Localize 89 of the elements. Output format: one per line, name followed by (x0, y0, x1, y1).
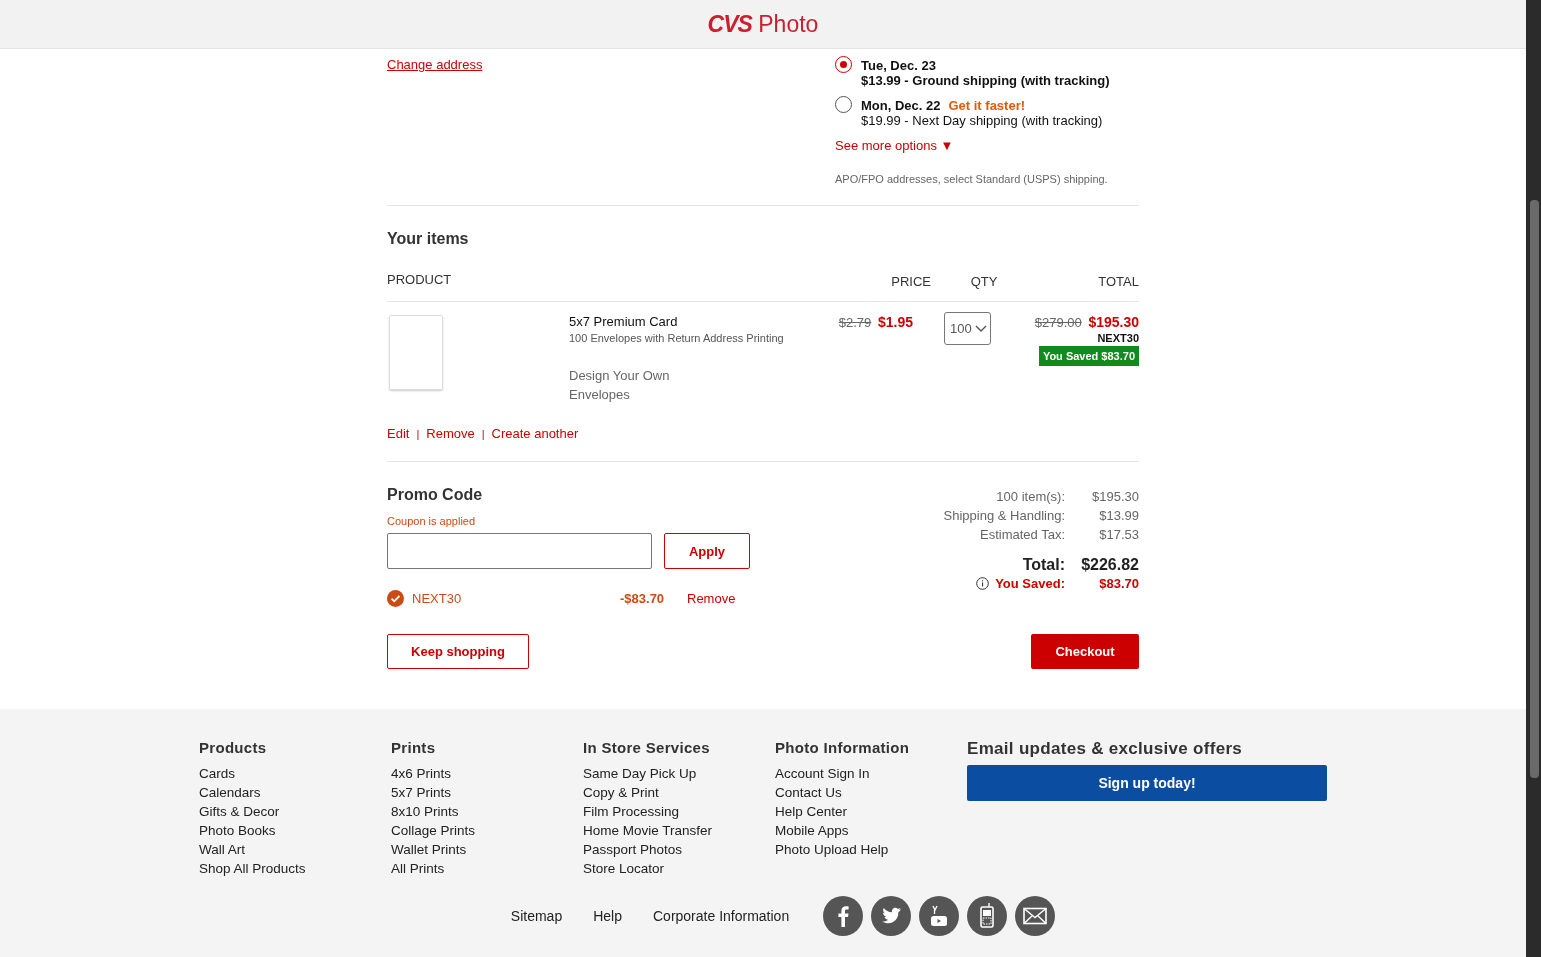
footer-link[interactable]: Corporate Information (653, 908, 790, 924)
mobile-phone-icon[interactable] (967, 896, 1008, 936)
column-header: QTY (969, 274, 999, 289)
footer-heading: Products (199, 739, 268, 756)
total-label: Total: (1022, 555, 1065, 574)
keep-shopping-button[interactable]: Keep shopping (387, 634, 529, 669)
product-description: 100 Envelopes with Return Address Printing (569, 332, 785, 344)
scrollbar[interactable] (1526, 0, 1541, 957)
footer-link[interactable]: Help Center (775, 802, 848, 821)
total-value: $226.82 (1080, 555, 1139, 574)
delivery-date: Mon, Dec. 22 (861, 98, 941, 113)
delivery-date: Tue, Dec. 23 (861, 58, 936, 73)
see-more-link[interactable]: See more options ▼ (835, 138, 1139, 153)
promo-code: NEXT30 (1096, 332, 1139, 344)
facebook-icon[interactable] (823, 896, 864, 936)
old-total: $279.00 (1034, 315, 1082, 330)
total-price: $195.30 (1088, 314, 1139, 330)
remove-coupon-link[interactable]: Remove (687, 591, 736, 606)
chevron-down-icon (974, 324, 987, 333)
saved-label: You Saved: (995, 575, 1065, 593)
footer-heading: In Store Services (583, 739, 711, 756)
checkout-button[interactable]: Checkout (1031, 634, 1139, 669)
coupon-code: NEXT30 (412, 591, 463, 606)
footer-link[interactable]: Sitemap (510, 908, 563, 924)
footer-link[interactable]: Film Processing (583, 802, 680, 821)
item-action-link[interactable]: Create another (491, 426, 579, 441)
footer-link[interactable]: Wallet Prints (391, 840, 467, 859)
apply-button[interactable]: Apply (664, 533, 750, 569)
separator: | (481, 427, 485, 440)
item-action-link[interactable]: Remove (426, 426, 475, 441)
summary-label: Estimated Tax: (979, 526, 1065, 544)
sign-up-button[interactable]: Sign up today! (967, 765, 1327, 801)
footer-link[interactable]: All Prints (391, 859, 445, 878)
check-circle-icon (387, 590, 404, 607)
footer-heading: Prints (391, 739, 437, 756)
summary-value: $13.99 (1098, 507, 1139, 525)
price: $1.95 (877, 314, 913, 330)
coupon-amount: -$83.70 (620, 591, 662, 606)
savings-badge: You Saved $83.70 (1038, 346, 1139, 366)
column-header: PRICE (890, 274, 931, 289)
footer-link[interactable]: Account Sign In (775, 764, 870, 783)
quantity-select[interactable]: 100 (944, 312, 991, 345)
footer-link[interactable]: Passport Photos (583, 840, 683, 859)
summary-label: 100 item(s): (996, 488, 1065, 506)
info-icon[interactable] (976, 577, 990, 590)
footer-link[interactable]: Gifts & Decor (199, 802, 280, 821)
summary-value: $195.30 (1091, 488, 1139, 506)
promo-code-field[interactable] (387, 533, 652, 569)
footer-link[interactable]: Mobile Apps (775, 821, 849, 840)
item-action-link[interactable]: Edit (387, 426, 410, 441)
product-option: Design Your Own Envelopes (569, 366, 679, 404)
footer-link[interactable]: Collage Prints (391, 821, 476, 840)
footer-link[interactable]: Photo Books (199, 821, 276, 840)
footer-link[interactable]: Wall Art (199, 840, 245, 859)
footer-link[interactable]: Help (593, 908, 622, 924)
column-header: TOTAL (1097, 274, 1139, 289)
footer-heading: Email updates & exclusive offers (967, 739, 1244, 759)
product-name: 5x7 Premium Card (569, 314, 679, 329)
footer-link[interactable]: Shop All Products (199, 859, 306, 878)
footer-link[interactable]: Store Locator (583, 859, 665, 878)
footer-heading: Photo Information (775, 739, 911, 756)
bird-icon[interactable] (871, 896, 912, 936)
footer-link[interactable]: Cards (199, 764, 235, 783)
column-header: PRODUCT (387, 272, 453, 287)
change-address-link[interactable]: Change address (387, 57, 483, 72)
footer-link[interactable]: 4x6 Prints (391, 764, 452, 783)
promo-tag: Get it faster! (948, 98, 1026, 113)
logo[interactable]: CVS Photo (707, 10, 819, 38)
separator: | (416, 427, 420, 440)
shipping-detail: $19.99 - Next Day shipping (with tracking) (861, 113, 1103, 128)
envelope-icon[interactable] (1015, 896, 1056, 936)
footer-link[interactable]: Photo Upload Help (775, 840, 889, 859)
shipping-note: APO/FPO addresses, select Standard (USPS) shipping. (835, 173, 1109, 185)
old-price: $2.79 (838, 315, 872, 330)
section-heading: Promo Code (387, 486, 484, 504)
footer-link[interactable]: Copy & Print (583, 783, 659, 802)
section-heading: Your items (387, 230, 470, 248)
video-icon[interactable] (919, 896, 960, 936)
coupon-status: Coupon is applied (387, 515, 477, 527)
footer-link[interactable]: Same Day Pick Up (583, 764, 697, 783)
footer-link[interactable]: Calendars (199, 783, 261, 802)
saved-value: $83.70 (1098, 575, 1139, 593)
footer-link[interactable]: Contact Us (775, 783, 842, 802)
footer-link[interactable]: Home Movie Transfer (583, 821, 713, 840)
footer-link[interactable]: 8x10 Prints (391, 802, 459, 821)
shipping-detail: $13.99 - Ground shipping (with tracking) (861, 73, 1110, 88)
summary-label: Shipping & Handling: (943, 507, 1065, 525)
summary-value: $17.53 (1098, 526, 1139, 544)
footer-link[interactable]: 5x7 Prints (391, 783, 452, 802)
